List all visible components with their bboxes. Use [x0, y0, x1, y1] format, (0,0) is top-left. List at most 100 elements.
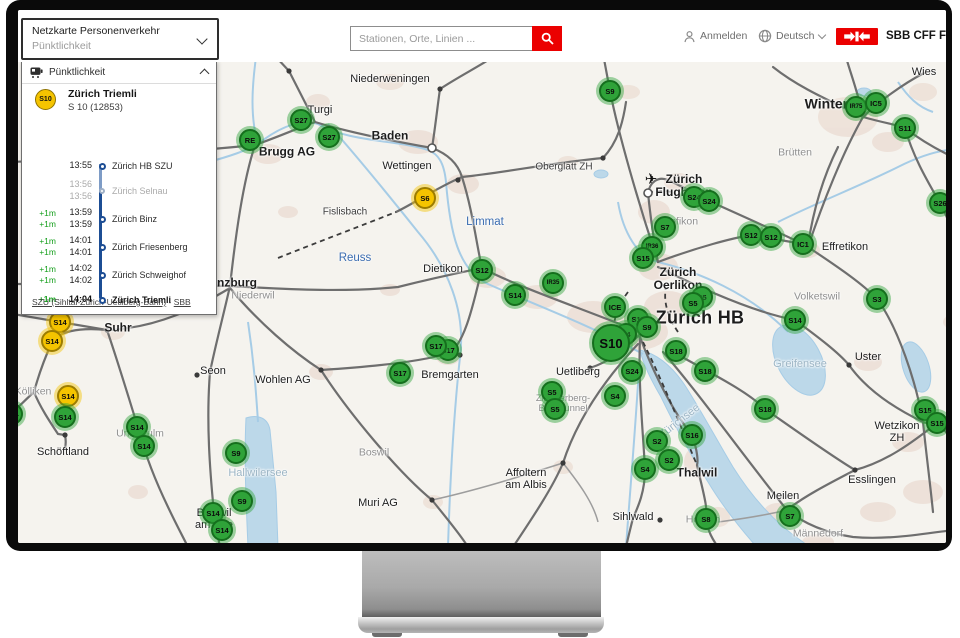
panel-footer: SZU (Sihltal-Zürich-Uetliberg-Bahn) - SB…: [32, 297, 191, 307]
screen: NiederweningenTurgiBadenBrugg AGWettinge…: [18, 10, 946, 543]
chevron-down-icon: [817, 30, 825, 38]
map-line-badge[interactable]: S14: [784, 309, 806, 331]
map-line-badge[interactable]: S16: [681, 424, 703, 446]
map-line-badge[interactable]: S15: [926, 412, 946, 434]
map-line-badge[interactable]: S7: [779, 505, 801, 527]
sbb-link[interactable]: SBB: [174, 297, 191, 307]
language-label: Deutsch: [776, 30, 815, 42]
map-line-badge[interactable]: S3: [866, 288, 888, 310]
map-line-badge[interactable]: S4: [604, 385, 626, 407]
login-button[interactable]: Anmelden: [683, 10, 747, 62]
map-line-badge[interactable]: S14: [41, 330, 63, 352]
timeline-line: [99, 164, 102, 299]
map-line-badge[interactable]: IC1: [792, 233, 814, 255]
stop-name: Zürich Selnau: [110, 186, 212, 196]
map-line-badge[interactable]: S12: [471, 259, 493, 281]
layer-select-dropdown[interactable]: Netzkarte Personenverkehr Pünktlichkeit: [21, 18, 219, 60]
map-line-badge[interactable]: S15: [632, 247, 654, 269]
map-line-badge[interactable]: S6: [414, 187, 436, 209]
sbb-flag-icon: [836, 28, 878, 45]
line-number: S 10 (12853): [68, 102, 123, 113]
stop-row: 13:55Zürich HB SZU: [30, 155, 212, 177]
map-line-badge[interactable]: IC5: [865, 92, 887, 114]
map-line-badge[interactable]: S26: [929, 192, 946, 214]
line-summary: S10 Zürich Triemli S 10 (12853): [22, 84, 216, 118]
map-line-badge[interactable]: S17: [425, 335, 447, 357]
map-line-badge[interactable]: S9: [599, 80, 621, 102]
stop-row: +1m+1m13:5913:59Zürich Binz: [30, 205, 212, 233]
user-icon: [683, 30, 696, 43]
search-input[interactable]: [350, 26, 532, 51]
timeline-dot: [99, 216, 106, 223]
map-line-badge[interactable]: S2: [658, 449, 680, 471]
language-selector[interactable]: Deutsch: [758, 10, 825, 62]
login-label: Anmelden: [700, 30, 747, 42]
map-line-badge[interactable]: S11: [894, 117, 916, 139]
line-badge: S10: [35, 89, 56, 110]
stop-name: Zürich Friesenberg: [110, 242, 212, 252]
stop-row: +1m+1m14:0114:01Zürich Friesenberg: [30, 233, 212, 261]
monitor-foot: [558, 633, 588, 637]
timeline-dot: [99, 244, 106, 251]
map-line-badge[interactable]: S27: [290, 109, 312, 131]
map-line-badge[interactable]: S14: [211, 519, 233, 541]
map-line-badge[interactable]: S12: [760, 226, 782, 248]
page: NiederweningenTurgiBadenBrugg AGWettinge…: [0, 0, 960, 638]
map-line-badge[interactable]: S8: [695, 508, 717, 530]
punctuality-panel: Pünktlichkeit S10 Zürich Triemli S 10 (1…: [21, 60, 217, 315]
timeline-dot: [99, 163, 106, 170]
map-line-badge[interactable]: S18: [694, 360, 716, 382]
sbb-logo-text: SBB CFF FFS: [886, 30, 946, 42]
map-line-badge[interactable]: S24: [698, 190, 720, 212]
timeline-dot: [99, 297, 106, 304]
stop-name: Zürich Binz: [110, 214, 212, 224]
app-header: Netzkarte Personenverkehr Pünktlichkeit: [18, 10, 946, 62]
search-bar: [350, 26, 562, 51]
timeline-dot: [99, 188, 105, 194]
map-line-badge[interactable]: S14: [133, 435, 155, 457]
map-line-badge[interactable]: S17: [389, 362, 411, 384]
map-line-badge[interactable]: S18: [665, 340, 687, 362]
monitor-bezel: NiederweningenTurgiBadenBrugg AGWettinge…: [6, 0, 952, 551]
panel-title: Pünktlichkeit: [49, 67, 201, 78]
search-button[interactable]: [532, 26, 562, 51]
map-line-badge[interactable]: S12: [740, 224, 762, 246]
map-line-badge[interactable]: ICE: [604, 296, 626, 318]
chevron-up-icon: [200, 69, 210, 79]
map-line-badge[interactable]: S10: [592, 324, 630, 362]
search-icon: [541, 32, 554, 45]
stop-name: Zürich HB SZU: [110, 161, 212, 171]
chevron-down-icon: [196, 33, 207, 44]
layer-select-value: Pünktlichkeit: [32, 40, 91, 52]
monitor-stand-neck: [362, 551, 601, 617]
sbb-logo: SBB CFF FFS: [836, 10, 946, 62]
map-line-badge[interactable]: S27: [318, 126, 340, 148]
map-line-badge[interactable]: S5: [544, 398, 566, 420]
map-line-badge[interactable]: IR35: [542, 272, 564, 294]
map-line-badge[interactable]: S7: [654, 216, 676, 238]
stop-list: 13:55Zürich HB SZU13:5613:56Zürich Selna…: [30, 155, 212, 311]
map-line-badge[interactable]: S4: [634, 458, 656, 480]
map-line-badge[interactable]: S14: [54, 406, 76, 428]
monitor-stand-base: [358, 617, 604, 633]
panel-header[interactable]: Pünktlichkeit: [22, 61, 216, 84]
layer-select-title: Netzkarte Personenverkehr: [32, 25, 160, 37]
stop-row: +1m+1m14:0214:02Zürich Schweighof: [30, 261, 212, 289]
map-line-badge[interactable]: S18: [754, 398, 776, 420]
map-line-badge[interactable]: S9: [231, 490, 253, 512]
map-line-badge[interactable]: S9: [225, 442, 247, 464]
map-line-badge[interactable]: S5: [682, 292, 704, 314]
timeline-dot: [99, 272, 106, 279]
line-destination: Zürich Triemli: [68, 88, 137, 100]
train-icon: [30, 67, 43, 78]
map-line-badge[interactable]: S9: [636, 316, 658, 338]
stop-name: Zürich Schweighof: [110, 270, 212, 280]
globe-icon: [758, 29, 772, 43]
map-line-badge[interactable]: IR75: [845, 96, 867, 118]
map-line-badge[interactable]: S14: [57, 385, 79, 407]
map-line-badge[interactable]: S24: [621, 360, 643, 382]
map-line-badge[interactable]: RE: [239, 129, 261, 151]
stop-row: 13:5613:56Zürich Selnau: [30, 177, 212, 205]
monitor-foot: [372, 633, 402, 637]
map-line-badge[interactable]: S14: [504, 284, 526, 306]
